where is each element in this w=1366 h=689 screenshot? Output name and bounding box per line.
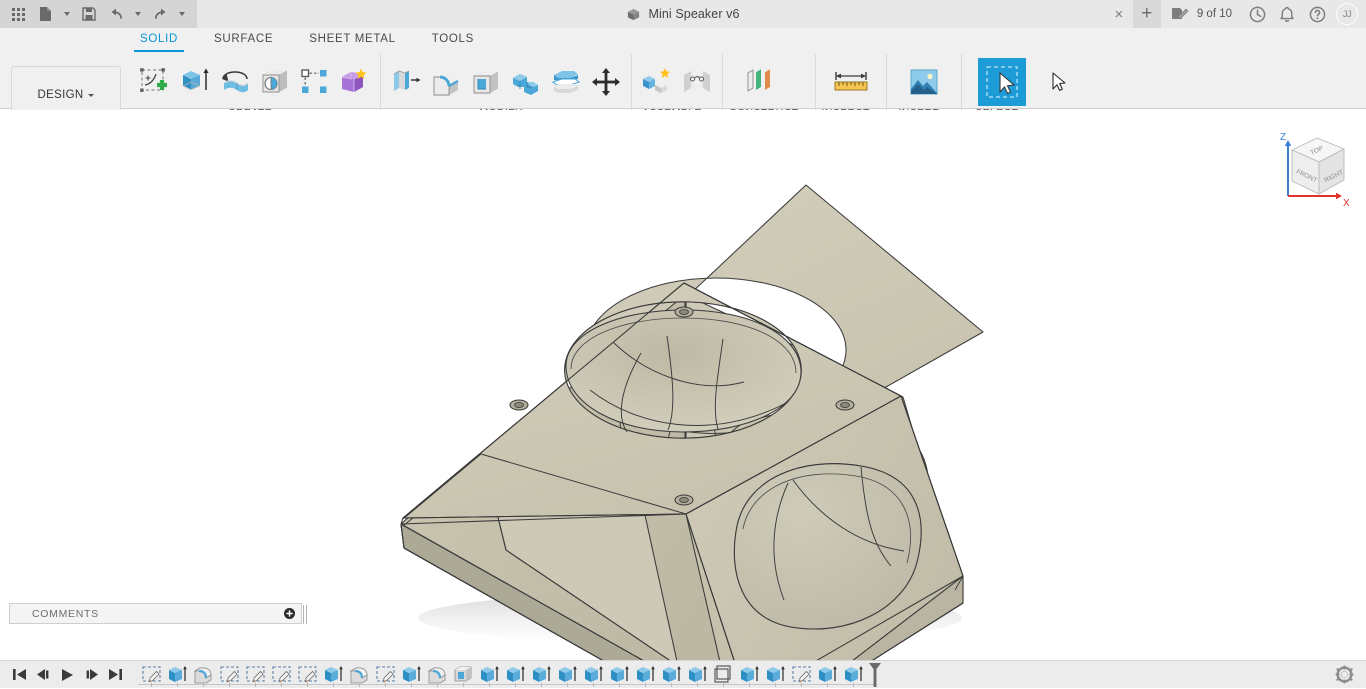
file-dropdown-caret-icon[interactable]	[60, 3, 74, 25]
redo-icon[interactable]	[148, 3, 172, 25]
go-to-end-icon[interactable]	[104, 664, 126, 686]
tab-surface[interactable]: SURFACE	[196, 28, 291, 52]
timeline-feature-sketch[interactable]	[372, 661, 398, 689]
design-workspace-label: DESIGN	[38, 89, 84, 101]
timeline-feature-extrude[interactable]	[736, 661, 762, 689]
timeline-playback-controls	[0, 664, 126, 686]
ribbon-tabs: SOLID SURFACE SHEET METAL TOOLS	[122, 28, 492, 52]
timeline-track[interactable]	[138, 661, 1366, 689]
new-component-icon[interactable]	[638, 59, 676, 105]
chevron-down-icon	[88, 94, 94, 97]
timeline-feature-extrude[interactable]	[606, 661, 632, 689]
create-sketch-icon[interactable]	[136, 59, 174, 105]
timeline-feature-fillet[interactable]	[424, 661, 450, 689]
title-bar: Mini Speaker v6 × + 9 of 10	[0, 0, 1366, 28]
timeline-features	[138, 661, 866, 689]
fillet-icon[interactable]	[427, 59, 465, 105]
insert-image-icon[interactable]	[905, 59, 943, 105]
timeline-end-marker[interactable]	[866, 661, 884, 689]
timeline-feature-extrude[interactable]	[814, 661, 840, 689]
timeline-feature-shell[interactable]	[450, 661, 476, 689]
new-tab-button[interactable]: +	[1133, 0, 1161, 28]
revolve-icon[interactable]	[216, 59, 254, 105]
create-form-icon[interactable]	[336, 59, 374, 105]
clock-icon[interactable]	[1242, 0, 1272, 28]
file-icon[interactable]	[33, 3, 57, 25]
timeline-feature-fillet[interactable]	[190, 661, 216, 689]
timeline-feature-pattern[interactable]	[710, 661, 736, 689]
timeline-feature-sketch[interactable]	[294, 661, 320, 689]
quick-access-toolbar	[0, 0, 197, 28]
edit-document-icon	[1171, 6, 1189, 22]
speaker-enclosure-model[interactable]	[0, 110, 1366, 660]
comments-label: COMMENTS	[32, 608, 284, 620]
timeline-feature-fillet[interactable]	[346, 661, 372, 689]
timeline-feature-extrude[interactable]	[762, 661, 788, 689]
tab-solid[interactable]: SOLID	[122, 28, 196, 52]
close-tab-button[interactable]: ×	[1105, 0, 1133, 28]
play-icon[interactable]	[56, 664, 78, 686]
press-pull-icon[interactable]	[387, 59, 425, 105]
settings-gear-icon[interactable]	[1335, 665, 1354, 684]
tab-tools[interactable]: TOOLS	[414, 28, 492, 52]
move-copy-icon[interactable]	[587, 59, 625, 105]
timeline-bar	[0, 660, 1366, 688]
avatar[interactable]: JJ	[1336, 3, 1358, 25]
extrude-icon[interactable]	[176, 59, 214, 105]
timeline-feature-sketch[interactable]	[242, 661, 268, 689]
timeline-feature-extrude[interactable]	[658, 661, 684, 689]
timeline-feature-extrude[interactable]	[554, 661, 580, 689]
timeline-feature-extrude[interactable]	[164, 661, 190, 689]
app-grid-icon[interactable]	[6, 3, 30, 25]
hole-icon[interactable]	[256, 59, 294, 105]
title-bar-right-controls: × + 9 of 10	[1105, 0, 1366, 28]
shell-icon[interactable]	[467, 59, 505, 105]
ribbon: SOLID SURFACE SHEET METAL TOOLS DESIGN	[0, 28, 1366, 109]
redo-dropdown-caret-icon[interactable]	[175, 3, 189, 25]
split-face-icon[interactable]	[547, 59, 585, 105]
tab-sheet-metal[interactable]: SHEET METAL	[291, 28, 414, 52]
comments-panel[interactable]: COMMENTS	[9, 603, 302, 624]
document-count[interactable]: 9 of 10	[1161, 0, 1242, 28]
cube-icon	[626, 7, 641, 22]
step-forward-icon[interactable]	[80, 664, 102, 686]
timeline-feature-extrude[interactable]	[528, 661, 554, 689]
view-cube[interactable]: Z X TOP FRONT RIGHT	[1270, 118, 1356, 210]
step-back-icon[interactable]	[32, 664, 54, 686]
viewport-3d[interactable]: Z X TOP FRONT RIGHT COMMENTS	[0, 110, 1366, 660]
add-comment-icon[interactable]	[284, 608, 295, 619]
timeline-feature-extrude[interactable]	[320, 661, 346, 689]
offset-plane-icon[interactable]	[741, 59, 779, 105]
help-icon[interactable]	[1302, 0, 1332, 28]
undo-dropdown-caret-icon[interactable]	[131, 3, 145, 25]
timeline-feature-extrude[interactable]	[684, 661, 710, 689]
comments-resize-grip[interactable]	[303, 605, 307, 624]
timeline-feature-extrude[interactable]	[840, 661, 866, 689]
rectangular-pattern-icon[interactable]	[296, 59, 334, 105]
joint-icon[interactable]	[678, 59, 716, 105]
bell-icon[interactable]	[1272, 0, 1302, 28]
timeline-feature-sketch[interactable]	[268, 661, 294, 689]
timeline-feature-extrude[interactable]	[502, 661, 528, 689]
timeline-feature-extrude[interactable]	[580, 661, 606, 689]
timeline-feature-extrude[interactable]	[632, 661, 658, 689]
axis-label-x: X	[1343, 198, 1350, 209]
timeline-feature-sketch[interactable]	[788, 661, 814, 689]
axis-label-z: Z	[1280, 132, 1286, 143]
select-icon[interactable]	[978, 58, 1026, 106]
save-icon[interactable]	[77, 3, 101, 25]
go-to-beginning-icon[interactable]	[8, 664, 30, 686]
timeline-feature-sketch[interactable]	[216, 661, 242, 689]
timeline-feature-extrude[interactable]	[398, 661, 424, 689]
document-count-text: 9 of 10	[1193, 8, 1242, 20]
measure-icon[interactable]	[832, 59, 870, 105]
combine-icon[interactable]	[507, 59, 545, 105]
timeline-feature-extrude[interactable]	[476, 661, 502, 689]
document-title-text: Mini Speaker v6	[648, 7, 739, 21]
timeline-feature-sketch[interactable]	[138, 661, 164, 689]
undo-icon[interactable]	[104, 3, 128, 25]
